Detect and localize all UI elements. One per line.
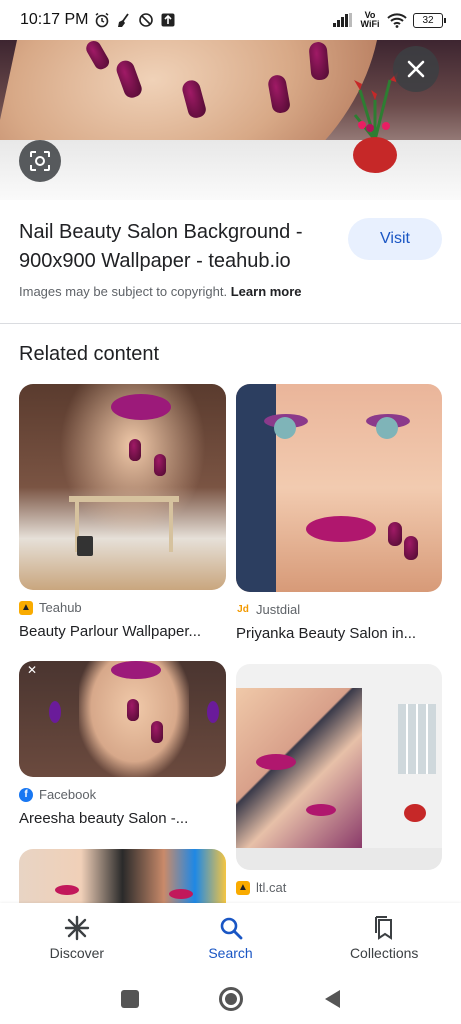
result-info: Nail Beauty Salon Background - 900x900 W… [0,200,461,324]
card-source-label: Teahub [39,600,82,615]
back-icon[interactable] [323,989,341,1009]
dnd-icon [139,13,154,27]
network-label: Vo WiFi [360,10,380,29]
copyright-text: Images may be subject to copyright. [19,284,228,299]
related-heading: Related content [19,343,160,365]
related-thumbnail[interactable] [236,664,442,870]
visit-button[interactable]: Visit [348,218,442,260]
status-time: 10:17 PM [20,11,89,28]
nav-collections-label: Collections [349,945,419,961]
signal-icon [333,13,352,27]
related-thumbnail[interactable]: ✕ [19,661,226,777]
card-source: ▲ ltl.cat [236,880,442,895]
nail [129,439,141,461]
related-card[interactable]: ▲ ltl.cat [236,664,442,895]
card-caption: Areesha beauty Salon -... [19,810,189,827]
related-thumbnail[interactable] [19,384,226,590]
facebook-icon: f [19,787,33,802]
collections-icon [375,916,393,940]
card-source: Jd Justdial [236,602,442,617]
related-card[interactable]: Jd Justdial Priyanka Beauty Salon in... [236,384,442,642]
nav-collections[interactable]: Collections [307,903,461,973]
wifi-icon [387,12,407,28]
asterisk-icon [64,915,90,941]
broom-icon [118,13,130,27]
dismiss-icon[interactable]: ✕ [27,663,37,677]
nav-discover-label: Discover [49,945,105,961]
battery-indicator: 32 [413,12,446,28]
card-source: ▲ Teahub [19,600,226,615]
nav-search[interactable]: Search [154,903,308,973]
home-button[interactable] [218,986,243,1011]
related-card[interactable] [19,849,226,909]
nail [127,699,139,721]
nail [404,536,418,560]
learn-more-link[interactable]: Learn more [231,284,302,299]
nail [151,721,163,743]
alarm-icon [96,12,109,28]
card-source-label: ltl.cat [256,880,287,895]
lens-button[interactable] [19,140,61,182]
justdial-icon: Jd [237,604,249,615]
nail [388,522,402,546]
upload-icon [161,13,175,27]
status-bar: 10:17 PM Vo WiFi 32 [0,0,461,40]
nail [154,454,166,476]
hero-image[interactable] [0,40,461,200]
battery-level: 32 [422,14,434,26]
recents-button[interactable] [120,989,139,1008]
teahub-icon: ▲ [19,600,33,615]
related-card[interactable]: ▲ Teahub Beauty Parlour Wallpaper... [19,384,226,640]
copyright-notice: Images may be subject to copyright. Lear… [19,284,302,299]
related-card[interactable]: ✕ f Facebook Areesha beauty Salon -... [19,661,226,827]
nav-discover[interactable]: Discover [0,903,154,973]
ltl-cat-icon: ▲ [236,880,250,895]
lens-icon [30,151,50,171]
card-source: f Facebook [19,787,226,802]
related-thumbnail[interactable] [236,384,442,592]
result-title[interactable]: Nail Beauty Salon Background - 900x900 W… [19,218,329,276]
close-button[interactable] [393,46,439,92]
close-icon [407,60,425,78]
flower-pot-illustration [353,72,398,173]
card-caption: Beauty Parlour Wallpaper... [19,623,202,640]
card-source-label: Justdial [256,602,301,617]
search-icon [220,917,242,940]
related-thumbnail[interactable] [19,849,226,909]
bottom-navigation: Discover Search Collections [0,903,461,973]
system-navigation [0,973,461,1024]
nail [308,41,330,81]
card-source-label: Facebook [39,787,97,802]
nav-search-label: Search [208,945,253,961]
card-caption: Priyanka Beauty Salon in... [236,625,417,642]
